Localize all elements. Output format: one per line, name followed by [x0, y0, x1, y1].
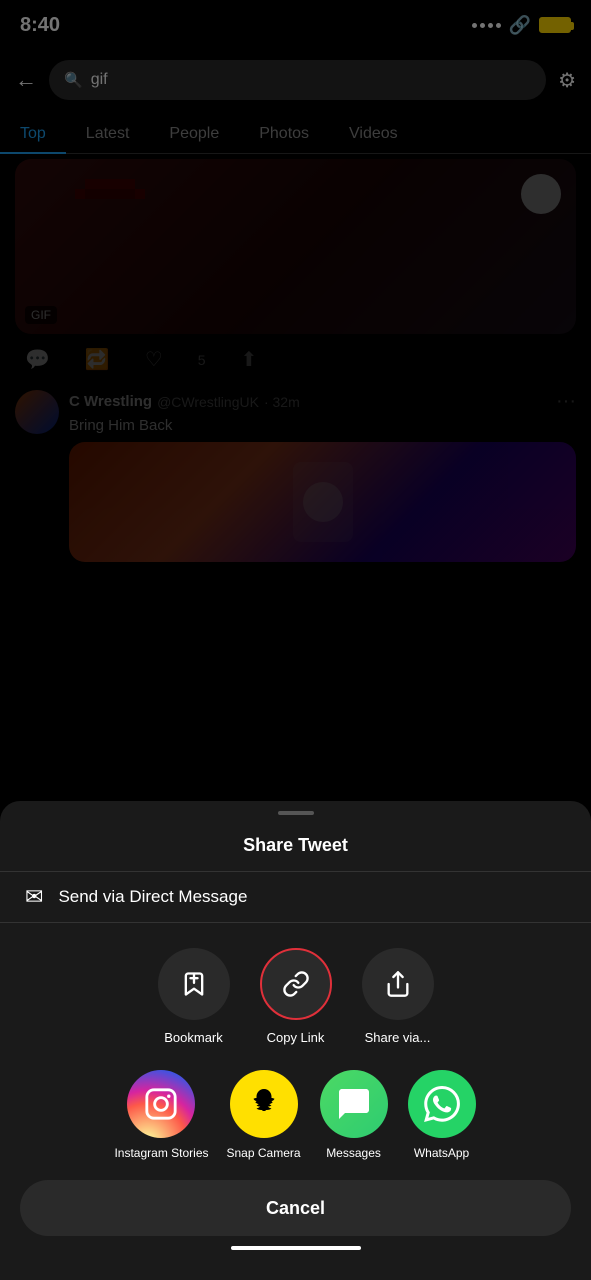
cancel-label: Cancel: [266, 1198, 325, 1219]
share-bottom-sheet: Share Tweet ✉ Send via Direct Message Bo…: [0, 801, 591, 1280]
messages-label: Messages: [326, 1146, 381, 1160]
actions-grid: Bookmark Copy Link Share via...: [0, 923, 591, 1050]
app-whatsapp[interactable]: WhatsApp: [407, 1070, 477, 1160]
app-snapchat[interactable]: Snap Camera: [227, 1070, 301, 1160]
share-via-button[interactable]: Share via...: [362, 948, 434, 1045]
dm-label: Send via Direct Message: [58, 887, 247, 907]
whatsapp-label: WhatsApp: [414, 1146, 469, 1160]
bookmark-icon-circle: [158, 948, 230, 1020]
dm-icon: ✉: [25, 884, 43, 910]
instagram-icon: [127, 1070, 195, 1138]
send-dm-row[interactable]: ✉ Send via Direct Message: [0, 871, 591, 923]
cancel-button[interactable]: Cancel: [20, 1180, 571, 1236]
whatsapp-icon: [408, 1070, 476, 1138]
messages-icon: [320, 1070, 388, 1138]
copy-link-icon-circle: [260, 948, 332, 1020]
share-via-icon-circle: [362, 948, 434, 1020]
home-indicator: [231, 1246, 361, 1250]
snapchat-label: Snap Camera: [227, 1146, 301, 1160]
overlay-dim: [0, 0, 591, 650]
app-instagram[interactable]: Instagram Stories: [114, 1070, 208, 1160]
bookmark-button[interactable]: Bookmark: [158, 948, 230, 1045]
copy-link-button[interactable]: Copy Link: [260, 948, 332, 1045]
app-messages[interactable]: Messages: [319, 1070, 389, 1160]
instagram-label: Instagram Stories: [114, 1146, 208, 1160]
bookmark-label: Bookmark: [164, 1030, 223, 1045]
apps-grid: Instagram Stories Snap Camera Messages: [0, 1050, 591, 1165]
share-via-label: Share via...: [365, 1030, 431, 1045]
copy-link-label: Copy Link: [267, 1030, 325, 1045]
sheet-title: Share Tweet: [0, 815, 591, 871]
snapchat-icon: [230, 1070, 298, 1138]
